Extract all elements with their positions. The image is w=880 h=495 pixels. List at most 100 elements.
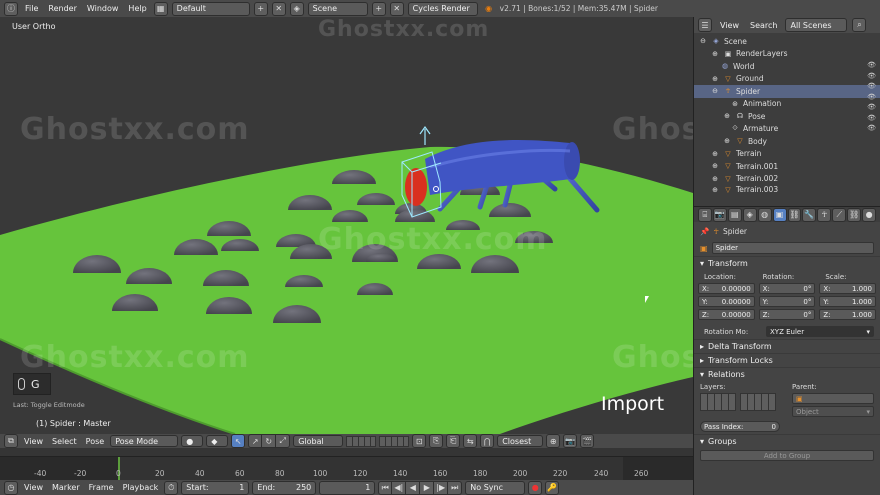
outliner-item-spider[interactable]: ⊖ ☥ Spider [694,85,880,98]
expand-icon[interactable]: ⊖ [698,36,708,46]
layers-grid-icon[interactable] [700,393,736,411]
eye-icon[interactable]: 👁 [867,93,876,101]
expand-icon[interactable]: ⊕ [710,161,720,171]
bone-tab-icon[interactable]: ⟋ [832,207,847,222]
add-screen-button[interactable]: + [253,1,268,16]
outliner-item-pose[interactable]: ⊕ ☊ Pose [694,110,880,123]
next-key-icon[interactable]: |▶ [434,480,449,495]
shading-select[interactable]: ● [181,435,204,447]
scale-icon[interactable]: ⤢ [276,434,291,448]
sync-select[interactable]: No Sync [465,480,526,495]
screen-layout-icon[interactable]: ▦ [153,1,168,16]
scene-icon[interactable]: ◈ [289,1,304,16]
snap-align-icon[interactable]: ⊕ [546,434,561,448]
outliner-item-renderlayers[interactable]: ⊕ ▣ RenderLayers [694,48,880,61]
start-frame-field[interactable]: Start: 1 [181,480,250,495]
3d-viewport[interactable]: User Ortho Ghostxx.com Ghostxx.com Ghost… [0,17,693,434]
search-icon[interactable]: ⌕ [852,18,867,32]
menu-window[interactable]: Window [84,4,122,13]
rotate-icon[interactable]: ↻ [262,434,277,448]
object-name-field[interactable]: Spider [711,242,874,254]
record-icon[interactable]: ● [528,480,543,495]
end-frame-field[interactable]: End: 250 [252,480,317,495]
menu-render[interactable]: Render [45,4,79,13]
menu-pose[interactable]: Pose [83,437,108,446]
expand-icon[interactable]: ⊕ [710,174,720,184]
timeline-area[interactable]: -40 -20 0 20 40 60 80 100 120 140 160 18… [0,448,693,480]
menu-file[interactable]: File [22,4,41,13]
parent-type-select[interactable]: Object ▾ [792,406,874,417]
expand-icon[interactable]: ⊕ [710,149,720,159]
translate-icon[interactable]: ↗ [248,434,263,448]
location-y-field[interactable]: Y: 0.00000 [698,296,755,307]
play-icon[interactable]: ▶ [420,480,435,495]
expand-icon[interactable]: ⊕ [722,111,732,121]
timeline-editor-icon[interactable]: ◷ [4,480,18,495]
manipulator-toggle-icon[interactable]: ↖ [231,434,246,448]
remove-screen-button[interactable]: ✕ [271,1,286,16]
outliner-item-body[interactable]: ⊕ ▽ Body [694,135,880,148]
keying-set-icon[interactable]: 🔑 [545,480,560,495]
eye-icon[interactable]: 👁 [867,72,876,80]
outliner-item-terrain-002[interactable]: ⊕ ▽ Terrain.002 [694,173,880,186]
outliner-item-armature[interactable]: ⟐ Armature [694,123,880,136]
world-tab-icon[interactable]: ◍ [757,207,772,222]
rotation-mode-select[interactable]: XYZ Euler ▾ [766,326,874,337]
play-reverse-icon[interactable]: ◀ [406,480,421,495]
opengl-render-icon[interactable]: 🎬 [580,434,595,448]
menu-help[interactable]: Help [125,4,149,13]
outliner-search-menu[interactable]: Search [747,21,780,30]
scene-select[interactable]: Scene [307,1,368,16]
scene-tab-icon[interactable]: ◈ [742,207,757,222]
outliner-item-terrain-001[interactable]: ⊕ ▽ Terrain.001 [694,160,880,173]
lock-icon[interactable]: ⊡ [412,434,427,448]
layers-grid-icon[interactable] [379,435,410,447]
transform-locks-header[interactable]: ▸ Transform Locks [694,353,880,367]
data-tab-icon[interactable]: ☥ [817,207,832,222]
outliner-item-terrain-003[interactable]: ⊕ ▽ Terrain.003 [694,185,880,194]
menu-marker[interactable]: Marker [49,483,83,492]
scale-x-field[interactable]: X: 1.000 [819,283,876,294]
relations-header[interactable]: ▾ Relations [694,367,880,381]
modifiers-tab-icon[interactable]: 🔧 [802,207,817,222]
expand-icon[interactable]: ⊕ [710,185,720,194]
parent-field[interactable]: ▣ [792,393,874,404]
mode-select[interactable]: Pose Mode [110,435,179,447]
expand-icon[interactable]: ⊕ [710,74,720,84]
pose-flip-icon[interactable]: ⇆ [463,434,478,448]
magnet-icon[interactable]: ⋂ [480,434,495,448]
info-editor-icon[interactable]: ⓘ [4,1,18,16]
eye-icon[interactable]: 👁 [867,124,876,132]
snap-target-select[interactable]: Closest [497,435,544,447]
expand-icon[interactable]: ⊕ [722,136,732,146]
menu-playback[interactable]: Playback [120,483,162,492]
outliner-item-scene[interactable]: ⊖ ◈ Scene [694,35,880,48]
render-engine-select[interactable]: Cycles Render [407,1,478,16]
layers-grid-icon[interactable] [740,393,776,411]
object-tab-icon[interactable]: ▣ [772,207,787,222]
rotation-z-field[interactable]: Z: 0° [758,309,816,320]
menu-select[interactable]: Select [49,437,80,446]
render-tab-icon[interactable]: 📷 [712,207,727,222]
rotation-y-field[interactable]: Y: 0° [758,296,816,307]
screen-layout-select[interactable]: Default [171,1,250,16]
render-icon[interactable]: 📷 [563,434,578,448]
eye-icon[interactable]: 👁 [867,82,876,90]
pose-paste-icon[interactable]: ⎗ [446,434,461,448]
location-z-field[interactable]: Z: 0.00000 [698,309,755,320]
eye-icon[interactable]: 👁 [867,114,876,122]
layers-tab-icon[interactable]: ▤ [727,207,742,222]
layers-grid-icon[interactable] [346,435,377,447]
location-x-field[interactable]: X: 0.00000 [698,283,755,294]
expand-icon[interactable]: ⊕ [710,49,720,59]
pose-copy-icon[interactable]: ⎘ [429,434,444,448]
outliner-item-world[interactable]: ◍ World [694,60,880,73]
jump-end-icon[interactable]: ⏭ [448,480,463,495]
menu-view[interactable]: View [21,483,46,492]
eye-icon[interactable]: 👁 [867,61,876,69]
scale-z-field[interactable]: Z: 1.000 [819,309,876,320]
add-scene-button[interactable]: + [371,1,386,16]
material-tab-icon[interactable]: ● [862,207,877,222]
scale-y-field[interactable]: Y: 1.000 [819,296,876,307]
editor-type-icon[interactable]: ⧉ [4,434,18,448]
